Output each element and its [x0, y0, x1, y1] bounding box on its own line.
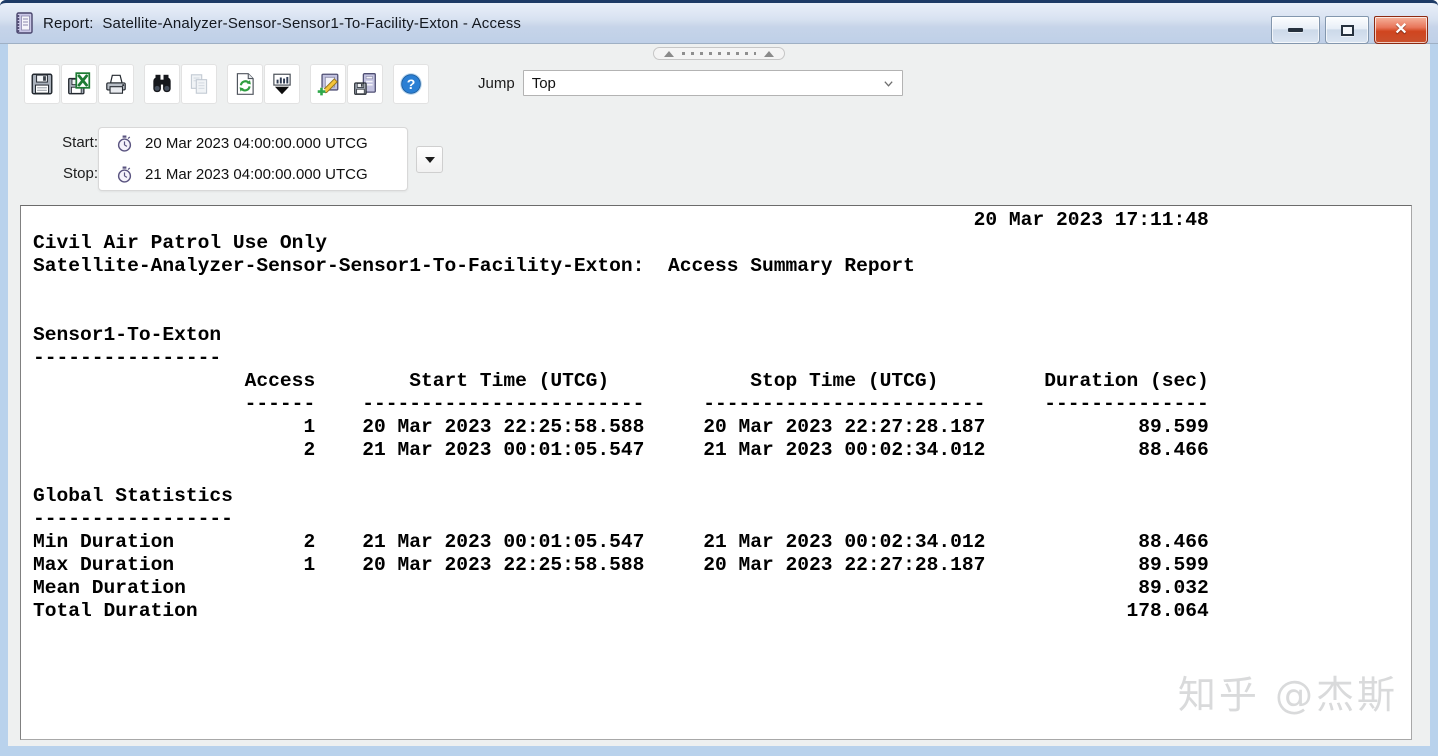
maximize-icon — [1341, 25, 1354, 36]
dropdown-arrow-icon — [425, 157, 435, 163]
floppy-excel-icon — [66, 71, 92, 97]
question-mark-icon: ? — [398, 71, 424, 97]
grip-dots — [682, 52, 756, 55]
style-pencil-plus-icon — [315, 71, 341, 97]
save-as-excel-button[interactable] — [61, 64, 97, 104]
close-button[interactable]: ✕ — [1374, 16, 1428, 44]
jump-group: Jump Top — [478, 70, 903, 96]
window-body: ? Jump Top Start: Stop: — [0, 44, 1438, 756]
refresh-page-icon — [232, 71, 258, 97]
chevron-down-icon — [883, 78, 894, 89]
time-options-dropdown-button[interactable] — [416, 146, 443, 173]
print-button[interactable] — [98, 64, 134, 104]
chart-down-arrow-icon — [269, 71, 295, 97]
binoculars-icon — [149, 71, 175, 97]
report-window: Report: Satellite-Analyzer-Sensor-Sensor… — [0, 0, 1438, 756]
floppy-disk-icon — [29, 71, 55, 97]
copy-pages-icon — [186, 71, 212, 97]
title-bar[interactable]: Report: Satellite-Analyzer-Sensor-Sensor… — [0, 0, 1438, 44]
stop-time-value: 21 Mar 2023 04:00:00.000 UTCG — [145, 166, 368, 183]
save-report-style-button[interactable] — [347, 64, 383, 104]
start-time-field[interactable]: 20 Mar 2023 04:00:00.000 UTCG — [99, 128, 407, 159]
save-button[interactable] — [24, 64, 60, 104]
stopwatch-icon — [117, 135, 132, 152]
style-floppy-icon — [352, 71, 378, 97]
refresh-button[interactable] — [227, 64, 263, 104]
maximize-button[interactable] — [1325, 16, 1369, 44]
help-button[interactable]: ? — [393, 64, 429, 104]
stop-time-field[interactable]: 21 Mar 2023 04:00:00.000 UTCG — [99, 159, 407, 190]
find-button[interactable] — [144, 64, 180, 104]
panel-collapse-handle[interactable] — [653, 47, 785, 60]
window-title: Report: Satellite-Analyzer-Sensor-Sensor… — [43, 15, 521, 32]
jump-label: Jump — [478, 75, 515, 92]
report-content-panel[interactable]: 20 Mar 2023 17:11:48 Civil Air Patrol Us… — [20, 205, 1412, 740]
report-notebook-icon — [14, 11, 34, 35]
close-icon: ✕ — [1394, 22, 1407, 38]
export-chart-button[interactable] — [264, 64, 300, 104]
time-period-panel: 20 Mar 2023 04:00:00.000 UTCG 21 Mar 202… — [98, 127, 408, 191]
toolbar: ? — [24, 64, 430, 104]
minimize-button[interactable] — [1271, 16, 1320, 44]
watermark: 知乎 @杰斯 — [1178, 664, 1398, 719]
jump-selected-value: Top — [532, 75, 556, 92]
minimize-icon — [1288, 28, 1303, 32]
copy-button[interactable] — [181, 64, 217, 104]
svg-text:?: ? — [407, 76, 416, 92]
printer-icon — [103, 71, 129, 97]
collapse-up-icon — [764, 51, 774, 57]
stop-label: Stop: — [48, 165, 98, 182]
start-time-value: 20 Mar 2023 04:00:00.000 UTCG — [145, 135, 368, 152]
jump-select[interactable]: Top — [523, 70, 903, 96]
edit-report-style-button[interactable] — [310, 64, 346, 104]
collapse-up-icon — [664, 51, 674, 57]
report-text: 20 Mar 2023 17:11:48 Civil Air Patrol Us… — [21, 206, 1411, 623]
stopwatch-icon — [117, 166, 132, 183]
start-label: Start: — [48, 134, 98, 151]
